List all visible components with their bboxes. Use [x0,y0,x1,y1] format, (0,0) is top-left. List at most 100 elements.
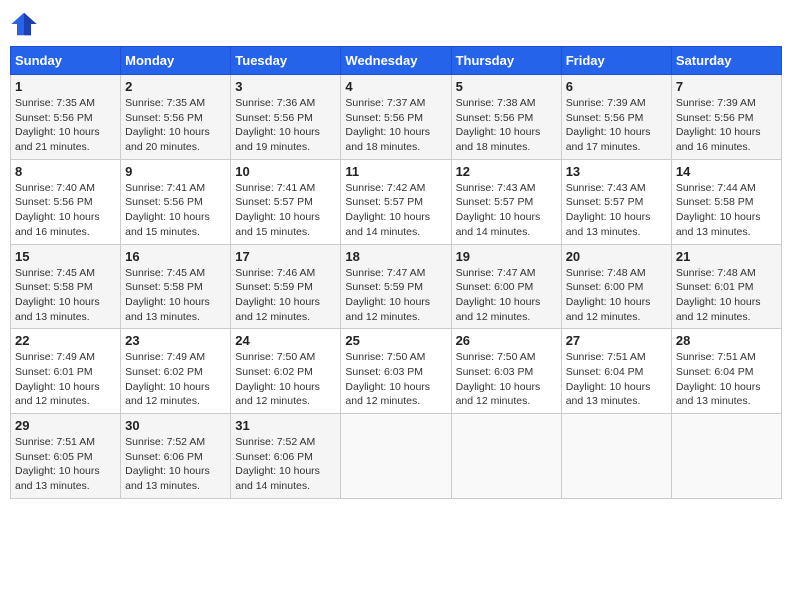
calendar-cell: 2 Sunrise: 7:35 AM Sunset: 5:56 PM Daylig… [121,75,231,160]
calendar-cell: 5Sunrise: 7:38 AM Sunset: 5:56 PM Daylig… [451,75,561,160]
calendar-week-3: 15Sunrise: 7:45 AM Sunset: 5:58 PM Dayli… [11,244,782,329]
day-number: 11 [345,164,446,179]
calendar-cell: 27Sunrise: 7:51 AM Sunset: 6:04 PM Dayli… [561,329,671,414]
calendar-cell: 8 Sunrise: 7:40 AM Sunset: 5:56 PM Daylig… [11,159,121,244]
day-info: Sunrise: 7:47 AM Sunset: 6:00 PM Dayligh… [456,266,557,325]
day-number: 24 [235,333,336,348]
day-number: 2 [125,79,226,94]
calendar-week-1: 1 Sunrise: 7:35 AM Sunset: 5:56 PM Daylig… [11,75,782,160]
day-number: 22 [15,333,116,348]
calendar-week-2: 8 Sunrise: 7:40 AM Sunset: 5:56 PM Daylig… [11,159,782,244]
header-day-tuesday: Tuesday [231,47,341,75]
day-info: Sunrise: 7:48 AM Sunset: 6:00 PM Dayligh… [566,266,667,325]
day-number: 12 [456,164,557,179]
day-info: Sunrise: 7:40 AM Sunset: 5:56 PM Dayligh… [15,181,116,240]
day-number: 25 [345,333,446,348]
day-number: 21 [676,249,777,264]
day-info: Sunrise: 7:48 AM Sunset: 6:01 PM Dayligh… [676,266,777,325]
calendar-cell: 24 Sunrise: 7:50 AM Sunset: 6:02 PM Dayli… [231,329,341,414]
day-info: Sunrise: 7:41 AM Sunset: 5:57 PM Dayligh… [235,181,336,240]
day-info: Sunrise: 7:43 AM Sunset: 5:57 PM Dayligh… [566,181,667,240]
day-info: Sunrise: 7:35 AM Sunset: 5:56 PM Dayligh… [15,96,116,155]
day-info: Sunrise: 7:52 AM Sunset: 6:06 PM Dayligh… [235,435,336,494]
day-number: 5 [456,79,557,94]
header-row: SundayMondayTuesdayWednesdayThursdayFrid… [11,47,782,75]
day-info: Sunrise: 7:50 AM Sunset: 6:02 PM Dayligh… [235,350,336,409]
day-info: Sunrise: 7:51 AM Sunset: 6:04 PM Dayligh… [566,350,667,409]
day-info: Sunrise: 7:51 AM Sunset: 6:05 PM Dayligh… [15,435,116,494]
day-number: 19 [456,249,557,264]
calendar-week-5: 29 Sunrise: 7:51 AM Sunset: 6:05 PM Dayli… [11,414,782,499]
day-number: 8 [15,164,116,179]
calendar-cell: 17Sunrise: 7:46 AM Sunset: 5:59 PM Dayli… [231,244,341,329]
day-number: 13 [566,164,667,179]
calendar-cell: 30 Sunrise: 7:52 AM Sunset: 6:06 PM Dayli… [121,414,231,499]
calendar-cell: 26 Sunrise: 7:50 AM Sunset: 6:03 PM Dayli… [451,329,561,414]
day-number: 17 [235,249,336,264]
calendar-cell: 21 Sunrise: 7:48 AM Sunset: 6:01 PM Dayli… [671,244,781,329]
day-info: Sunrise: 7:50 AM Sunset: 6:03 PM Dayligh… [456,350,557,409]
calendar-table: SundayMondayTuesdayWednesdayThursdayFrid… [10,46,782,499]
day-number: 29 [15,418,116,433]
calendar-cell [451,414,561,499]
day-info: Sunrise: 7:35 AM Sunset: 5:56 PM Dayligh… [125,96,226,155]
calendar-cell: 7Sunrise: 7:39 AM Sunset: 5:56 PM Daylig… [671,75,781,160]
day-number: 20 [566,249,667,264]
day-number: 9 [125,164,226,179]
day-info: Sunrise: 7:37 AM Sunset: 5:56 PM Dayligh… [345,96,446,155]
calendar-cell: 25 Sunrise: 7:50 AM Sunset: 6:03 PM Dayli… [341,329,451,414]
day-number: 6 [566,79,667,94]
calendar-cell: 10 Sunrise: 7:41 AM Sunset: 5:57 PM Dayli… [231,159,341,244]
calendar-cell [671,414,781,499]
calendar-cell [561,414,671,499]
calendar-cell: 18 Sunrise: 7:47 AM Sunset: 5:59 PM Dayli… [341,244,451,329]
calendar-cell: 20 Sunrise: 7:48 AM Sunset: 6:00 PM Dayli… [561,244,671,329]
day-info: Sunrise: 7:36 AM Sunset: 5:56 PM Dayligh… [235,96,336,155]
day-number: 7 [676,79,777,94]
calendar-cell: 22 Sunrise: 7:49 AM Sunset: 6:01 PM Dayli… [11,329,121,414]
calendar-cell: 9 Sunrise: 7:41 AM Sunset: 5:56 PM Daylig… [121,159,231,244]
day-number: 28 [676,333,777,348]
day-info: Sunrise: 7:42 AM Sunset: 5:57 PM Dayligh… [345,181,446,240]
calendar-week-4: 22 Sunrise: 7:49 AM Sunset: 6:01 PM Dayli… [11,329,782,414]
calendar-cell: 11 Sunrise: 7:42 AM Sunset: 5:57 PM Dayli… [341,159,451,244]
calendar-cell: 15Sunrise: 7:45 AM Sunset: 5:58 PM Dayli… [11,244,121,329]
calendar-cell: 13 Sunrise: 7:43 AM Sunset: 5:57 PM Dayli… [561,159,671,244]
logo [10,10,42,38]
day-info: Sunrise: 7:43 AM Sunset: 5:57 PM Dayligh… [456,181,557,240]
logo-icon [10,10,38,38]
day-number: 1 [15,79,116,94]
day-info: Sunrise: 7:39 AM Sunset: 5:56 PM Dayligh… [566,96,667,155]
day-info: Sunrise: 7:50 AM Sunset: 6:03 PM Dayligh… [345,350,446,409]
calendar-cell: 29 Sunrise: 7:51 AM Sunset: 6:05 PM Dayli… [11,414,121,499]
day-number: 23 [125,333,226,348]
day-number: 16 [125,249,226,264]
day-info: Sunrise: 7:49 AM Sunset: 6:02 PM Dayligh… [125,350,226,409]
day-info: Sunrise: 7:52 AM Sunset: 6:06 PM Dayligh… [125,435,226,494]
day-info: Sunrise: 7:47 AM Sunset: 5:59 PM Dayligh… [345,266,446,325]
day-number: 30 [125,418,226,433]
day-number: 26 [456,333,557,348]
day-info: Sunrise: 7:44 AM Sunset: 5:58 PM Dayligh… [676,181,777,240]
day-number: 4 [345,79,446,94]
calendar-cell [341,414,451,499]
calendar-cell: 28 Sunrise: 7:51 AM Sunset: 6:04 PM Dayli… [671,329,781,414]
day-info: Sunrise: 7:51 AM Sunset: 6:04 PM Dayligh… [676,350,777,409]
day-number: 3 [235,79,336,94]
day-number: 10 [235,164,336,179]
day-number: 18 [345,249,446,264]
calendar-body: 1 Sunrise: 7:35 AM Sunset: 5:56 PM Daylig… [11,75,782,499]
calendar-cell: 1 Sunrise: 7:35 AM Sunset: 5:56 PM Daylig… [11,75,121,160]
header-day-thursday: Thursday [451,47,561,75]
calendar-cell: 31 Sunrise: 7:52 AM Sunset: 6:06 PM Dayli… [231,414,341,499]
day-info: Sunrise: 7:41 AM Sunset: 5:56 PM Dayligh… [125,181,226,240]
day-info: Sunrise: 7:49 AM Sunset: 6:01 PM Dayligh… [15,350,116,409]
header-day-wednesday: Wednesday [341,47,451,75]
calendar-cell: 14Sunrise: 7:44 AM Sunset: 5:58 PM Dayli… [671,159,781,244]
header-day-monday: Monday [121,47,231,75]
day-number: 31 [235,418,336,433]
calendar-cell: 4 Sunrise: 7:37 AM Sunset: 5:56 PM Daylig… [341,75,451,160]
page-header [10,10,782,38]
calendar-header: SundayMondayTuesdayWednesdayThursdayFrid… [11,47,782,75]
header-day-friday: Friday [561,47,671,75]
